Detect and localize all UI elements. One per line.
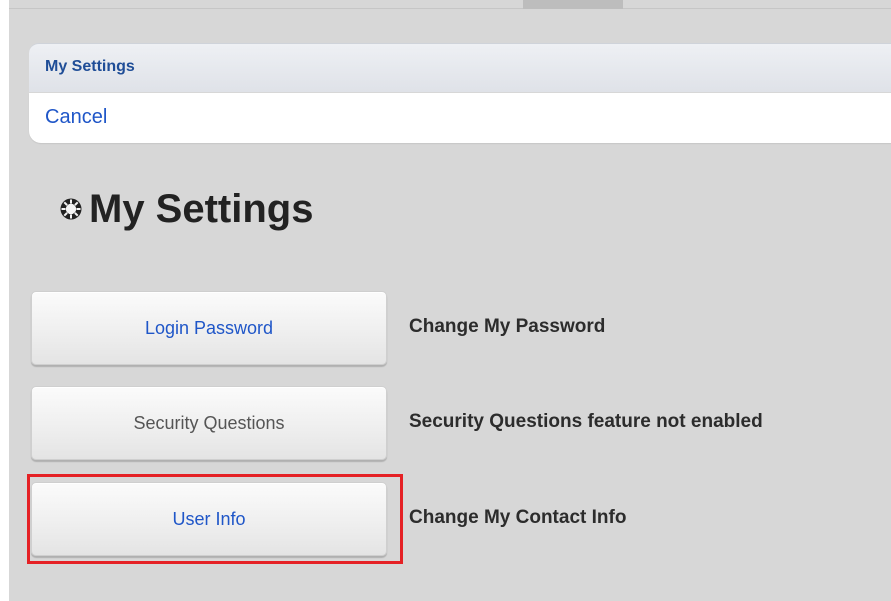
login-password-description: Change My Password <box>409 316 606 337</box>
setting-row-login-password: Login Password Change My Password <box>29 291 891 365</box>
top-tab-indicator <box>523 0 623 9</box>
action-bar: Cancel <box>29 93 891 143</box>
cancel-link[interactable]: Cancel <box>45 106 107 129</box>
user-info-button[interactable]: User Info <box>31 482 387 556</box>
security-questions-description: Security Questions feature not enabled <box>409 411 763 432</box>
setting-row-user-info: User Info Change My Contact Info <box>29 482 891 556</box>
top-strip <box>9 0 891 9</box>
header-title: My Settings <box>45 58 135 75</box>
app-screen: My Settings Cancel My Settings Login Pas… <box>9 0 891 601</box>
security-questions-button[interactable]: Security Questions <box>31 386 387 460</box>
page-title: My Settings <box>59 184 313 234</box>
header-bar: My Settings <box>29 43 891 92</box>
page-title-text: My Settings <box>89 187 314 231</box>
user-info-description: Change My Contact Info <box>409 507 627 528</box>
setting-row-security-questions: Security Questions Security Questions fe… <box>29 386 891 460</box>
gear-icon <box>59 197 83 221</box>
login-password-button[interactable]: Login Password <box>31 291 387 365</box>
